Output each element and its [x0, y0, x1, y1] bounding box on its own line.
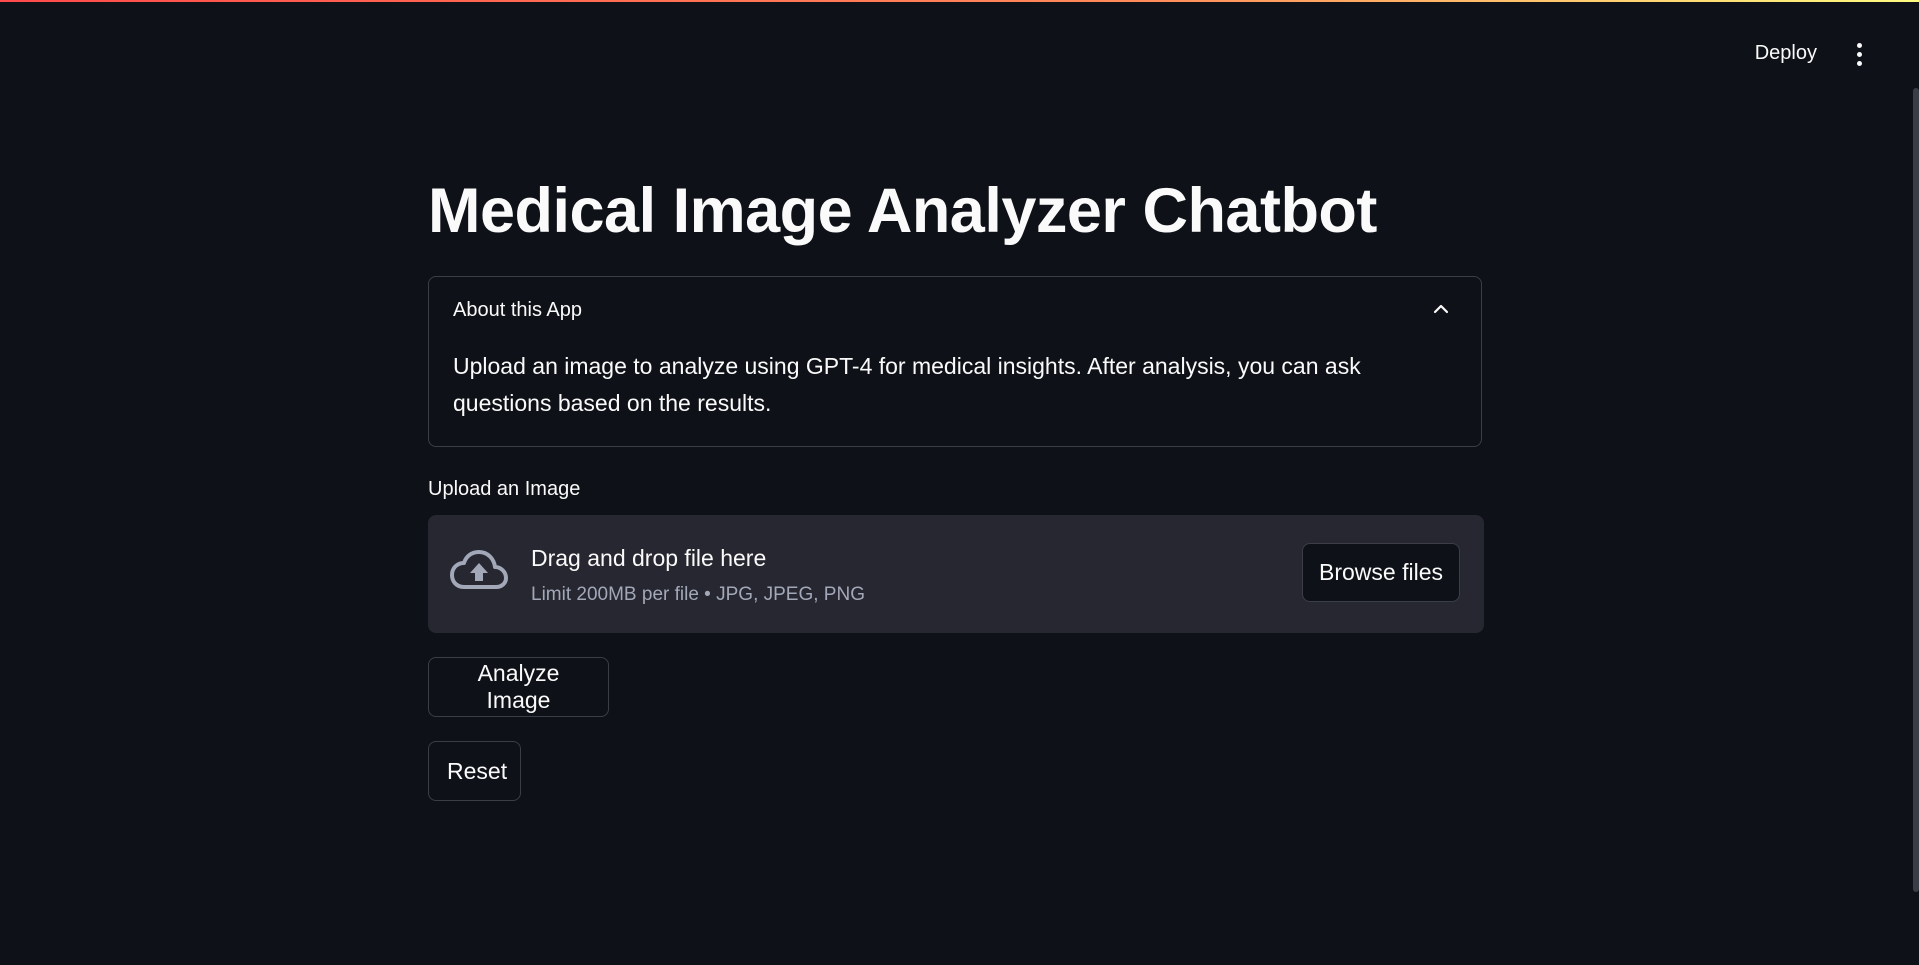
page-title: Medical Image Analyzer Chatbot — [428, 176, 1377, 246]
dropzone-title: Drag and drop file here — [531, 545, 767, 571]
menu-dot — [1856, 60, 1862, 66]
browse-files-button[interactable]: Browse files — [1302, 543, 1460, 602]
expander-label[interactable]: About this App — [453, 299, 582, 322]
reset-button[interactable]: Reset — [428, 741, 521, 801]
menu-dot — [1856, 42, 1862, 48]
menu-dot — [1856, 51, 1862, 57]
cloud-upload-icon — [450, 550, 508, 589]
upload-label: Upload an Image — [428, 478, 581, 500]
analyze-image-button[interactable]: Analyze Image — [428, 657, 609, 717]
expander-body-text: Upload an image to analyze using GPT-4 f… — [453, 353, 1361, 416]
toolbar: Deploy — [1619, 0, 1919, 105]
deploy-button[interactable]: Deploy — [1749, 38, 1823, 69]
dropzone-limit-text: Limit 200MB per file • JPG, JPEG, PNG — [531, 584, 865, 605]
more-vertical-icon[interactable] — [1847, 40, 1871, 68]
chevron-up-icon[interactable] — [1433, 301, 1449, 317]
file-dropzone[interactable]: Drag and drop file here Limit 200MB per … — [428, 515, 1484, 633]
scrollbar[interactable] — [1913, 88, 1919, 892]
about-expander[interactable]: About this App Upload an image to analyz… — [428, 276, 1482, 447]
